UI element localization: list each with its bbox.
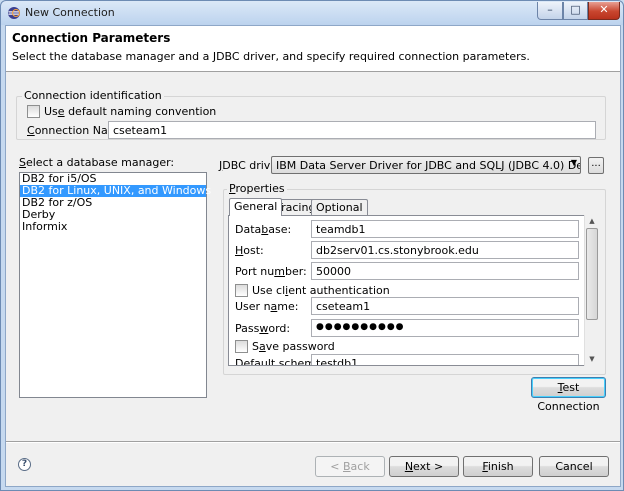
finish-button[interactable]: Finish — [463, 456, 533, 477]
save-password-label[interactable]: Save password — [252, 340, 335, 353]
test-connection-button[interactable]: Test Connection — [531, 377, 606, 413]
db-manager-list[interactable]: DB2 for i5/OS DB2 for Linux, UNIX, and W… — [19, 172, 211, 398]
port-input[interactable]: 50000 — [311, 262, 579, 280]
title-bar[interactable]: New Connection – □ ✕ — [1, 1, 623, 25]
connection-identification-legend: Connection identification — [22, 89, 164, 102]
cancel-button[interactable]: Cancel — [539, 456, 609, 477]
client-auth-checkbox[interactable] — [235, 284, 248, 297]
connection-name-input[interactable]: cseteam1 — [108, 121, 596, 139]
maximize-button[interactable]: □ — [563, 2, 588, 20]
properties-legend: Properties — [227, 182, 287, 195]
footer-separator — [6, 441, 620, 443]
scroll-up-icon[interactable]: ▲ — [585, 215, 599, 228]
default-naming-checkbox[interactable] — [27, 105, 40, 118]
page-description: Select the database manager and a JDBC d… — [12, 50, 530, 63]
list-item[interactable]: Informix — [20, 221, 206, 233]
close-button[interactable]: ✕ — [588, 2, 620, 20]
save-password-checkbox[interactable] — [235, 340, 248, 353]
password-input[interactable]: ●●●●●●●●●● — [311, 319, 579, 337]
dialog-window: New Connection – □ ✕ Connection Paramete… — [0, 0, 624, 491]
jdbc-driver-select[interactable]: IBM Data Server Driver for JDBC and SQLJ… — [271, 156, 581, 174]
browse-driver-button[interactable]: ... — [588, 157, 604, 174]
properties-scrollbar[interactable]: ▲ ▼ — [584, 215, 598, 366]
window-title: New Connection — [25, 6, 115, 19]
host-input[interactable]: db2serv01.cs.stonybrook.edu — [311, 241, 579, 259]
next-button[interactable]: Next > — [389, 456, 459, 477]
user-name-label: User name: — [235, 300, 299, 313]
database-label: Database: — [235, 223, 292, 236]
tab-general[interactable]: General — [229, 198, 283, 216]
database-input[interactable]: teamdb1 — [311, 220, 579, 238]
page-title: Connection Parameters — [12, 31, 171, 45]
back-button[interactable]: < Back — [315, 456, 385, 477]
minimize-button[interactable]: – — [537, 2, 563, 20]
scrollbar-thumb[interactable] — [586, 228, 598, 320]
tab-optional[interactable]: Optional — [311, 199, 368, 216]
dialog-client-area: Connection Parameters Select the databas… — [5, 25, 621, 487]
port-label: Port number: — [235, 265, 307, 278]
password-label: Password: — [235, 322, 291, 335]
dialog-header: Connection Parameters Select the databas… — [6, 26, 620, 72]
jdbc-driver-value: IBM Data Server Driver for JDBC and SQLJ… — [276, 159, 581, 172]
help-icon[interactable]: ? — [18, 458, 31, 471]
db-manager-label: Select a database manager: — [19, 156, 175, 169]
default-schema-input[interactable]: testdb1 — [311, 354, 579, 365]
scroll-down-icon[interactable]: ▼ — [585, 353, 599, 366]
client-auth-label[interactable]: Use client authentication — [252, 284, 390, 297]
chevron-down-icon: ▼ — [570, 158, 577, 167]
eclipse-app-icon — [8, 7, 20, 19]
general-tab-panel: Database: teamdb1 Host: db2serv01.cs.sto… — [228, 215, 598, 366]
default-naming-label[interactable]: Use default naming convention — [44, 105, 216, 118]
user-name-input[interactable]: cseteam1 — [311, 297, 579, 315]
host-label: Host: — [235, 244, 264, 257]
